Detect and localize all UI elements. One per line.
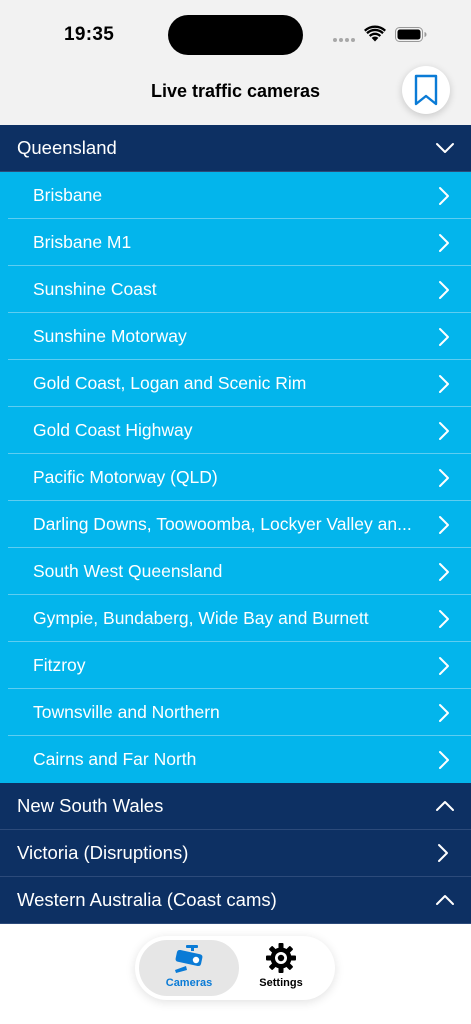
list-item-label: Gympie, Bundaberg, Wide Bay and Burnett [33,608,369,628]
list-item-brisbane[interactable]: Brisbane [0,172,471,219]
status-time: 19:35 [64,24,115,45]
camera-icon [175,945,203,973]
signal-icon [333,38,355,42]
list-item-townsville[interactable]: Townsville and Northern [0,689,471,736]
dynamic-island [168,15,303,55]
list-item-label: Gold Coast Highway [33,420,193,440]
list-item-brisbane-m1[interactable]: Brisbane M1 [0,219,471,266]
list-item-pacific-motorway[interactable]: Pacific Motorway (QLD) [0,454,471,501]
tab-label: Settings [259,977,303,989]
list-item-label: Sunshine Motorway [33,326,187,346]
list-item-gympie-bundaberg[interactable]: Gympie, Bundaberg, Wide Bay and Burnett [0,595,471,642]
battery-icon [395,27,427,42]
list-item-gold-coast-logan[interactable]: Gold Coast, Logan and Scenic Rim [0,360,471,407]
chevron-right-icon [439,656,449,675]
tab-cameras[interactable]: Cameras [139,940,239,996]
list-item-label: Fitzroy [33,655,86,675]
list-item-label: Brisbane M1 [33,232,132,252]
chevron-up-icon [436,895,454,905]
list-item-fitzroy[interactable]: Fitzroy [0,642,471,689]
section-header-new-south-wales[interactable]: New South Wales [0,783,471,830]
list-item-label: Darling Downs, Toowoomba, Lockyer Valley… [33,514,412,534]
chevron-right-icon [439,609,449,628]
chevron-right-icon [439,186,449,205]
list-item-label: Gold Coast, Logan and Scenic Rim [33,373,307,393]
chevron-right-icon [439,562,449,581]
tab-bar: Cameras Settings [135,936,335,1000]
chevron-down-icon [436,143,454,153]
status-bar: 19:35 [0,0,471,62]
list-item-label: Townsville and Northern [33,702,220,722]
region-list: Queensland Brisbane Brisbane M1 Sunshine… [0,125,471,924]
chevron-up-icon [436,801,454,811]
chevron-right-icon [439,703,449,722]
chevron-right-icon [439,280,449,299]
page-title: Live traffic cameras [150,81,321,101]
chevron-right-icon [439,374,449,393]
section-header-western-australia[interactable]: Western Australia (Coast cams) [0,877,471,924]
list-item-south-west-queensland[interactable]: South West Queensland [0,548,471,595]
list-item-label: Cairns and Far North [33,749,197,769]
section-header-victoria[interactable]: Victoria (Disruptions) [0,830,471,877]
bookmarks-button[interactable] [402,66,450,114]
navigation-bar: Live traffic cameras [0,62,471,125]
chevron-right-icon [439,421,449,440]
bookmark-icon [414,74,438,106]
list-item-label: South West Queensland [33,561,223,581]
list-item-sunshine-coast[interactable]: Sunshine Coast [0,266,471,313]
section-title: Western Australia (Coast cams) [17,889,277,910]
chevron-right-icon [439,750,449,769]
section-title: Queensland [17,137,117,158]
chevron-right-icon [439,327,449,346]
list-item-darling-downs[interactable]: Darling Downs, Toowoomba, Lockyer Valley… [0,501,471,548]
list-item-label: Sunshine Coast [33,279,157,299]
list-item-sunshine-motorway[interactable]: Sunshine Motorway [0,313,471,360]
section-header-queensland[interactable]: Queensland [0,125,471,172]
gear-icon [266,943,296,973]
chevron-right-icon [439,233,449,252]
list-item-cairns[interactable]: Cairns and Far North [0,736,471,783]
section-title: New South Wales [17,795,164,816]
queensland-items: Brisbane Brisbane M1 Sunshine Coast Suns… [0,172,471,783]
tab-settings[interactable]: Settings [231,940,331,996]
list-item-gold-coast-highway[interactable]: Gold Coast Highway [0,407,471,454]
list-item-label: Brisbane [33,185,103,205]
chevron-right-icon [438,844,448,862]
chevron-right-icon [439,468,449,487]
chevron-right-icon [439,515,449,534]
tab-label: Cameras [165,977,213,989]
wifi-icon [364,25,386,42]
section-title: Victoria (Disruptions) [17,842,189,863]
list-item-label: Pacific Motorway (QLD) [33,467,218,487]
